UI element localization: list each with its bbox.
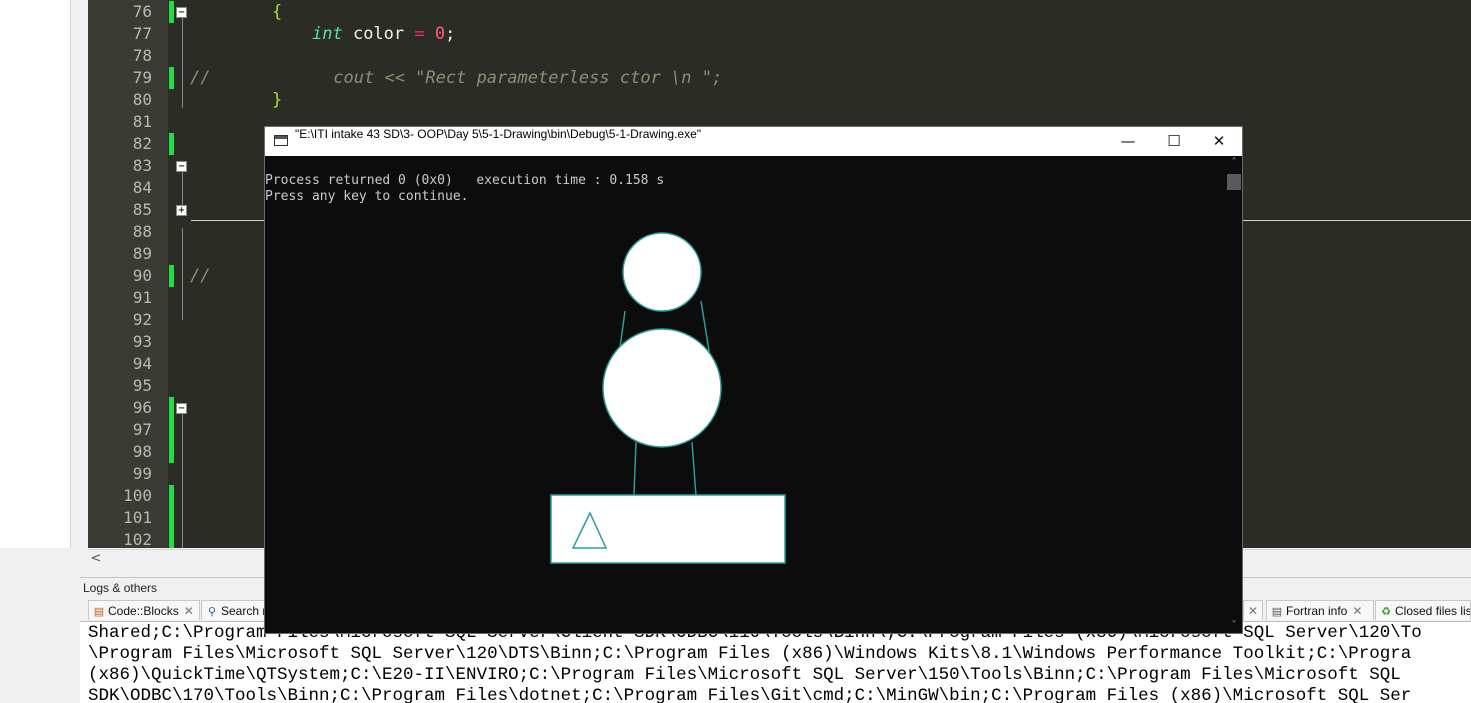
line-number: 76 bbox=[132, 2, 152, 21]
fold-line bbox=[182, 228, 183, 320]
close-icon[interactable]: ✕ bbox=[1248, 604, 1258, 618]
scroll-left-arrow-icon[interactable]: < bbox=[88, 550, 104, 568]
line-number: 97 bbox=[132, 420, 152, 439]
tab-partial[interactable]: ✕ bbox=[1243, 600, 1263, 620]
line-number: 100 bbox=[123, 486, 152, 505]
line-number: 84 bbox=[132, 178, 152, 197]
line-number: 85 bbox=[132, 200, 152, 219]
line-number: 102 bbox=[123, 530, 152, 548]
change-marker bbox=[169, 265, 174, 287]
code-line: // bbox=[190, 265, 210, 287]
console-app-icon bbox=[274, 135, 288, 146]
tab-label: Fortran info bbox=[1286, 604, 1348, 618]
line-number: 89 bbox=[132, 244, 152, 263]
line-number: 78 bbox=[132, 46, 152, 65]
close-icon[interactable]: ✕ bbox=[184, 604, 194, 618]
tab-search-results[interactable]: ⚲ Search r bbox=[201, 600, 271, 620]
head-circle bbox=[622, 232, 702, 312]
line-number: 91 bbox=[132, 288, 152, 307]
fold-collapse-icon[interactable]: − bbox=[176, 161, 187, 172]
fold-line bbox=[182, 414, 183, 548]
line-number: 90 bbox=[132, 266, 152, 285]
line-number: 92 bbox=[132, 310, 152, 329]
scroll-up-arrow-icon[interactable]: ˄ bbox=[1226, 156, 1242, 170]
tab-label: Search r bbox=[221, 604, 267, 618]
code-line: // cout << "Rect parameterless ctor \n "… bbox=[190, 67, 722, 89]
line-number: 88 bbox=[132, 222, 152, 241]
code-token: ; bbox=[445, 24, 456, 44]
scroll-down-arrow-icon[interactable]: ˅ bbox=[1226, 619, 1242, 633]
search-icon: ⚲ bbox=[207, 606, 217, 618]
line-number: 93 bbox=[132, 332, 152, 351]
scroll-thumb[interactable] bbox=[1227, 174, 1241, 190]
log-line: (x86)\QuickTime\QTSystem;C:\E20-II\ENVIR… bbox=[88, 665, 1401, 685]
change-marker bbox=[169, 397, 174, 463]
close-button[interactable]: ✕ bbox=[1196, 127, 1242, 156]
code-token: = bbox=[414, 24, 425, 44]
change-marker bbox=[169, 1, 174, 23]
code-token: color bbox=[342, 24, 415, 44]
tab-fortran-info[interactable]: ▤ Fortran info ✕ bbox=[1266, 600, 1374, 620]
fold-expand-icon[interactable]: + bbox=[176, 205, 187, 216]
change-marker bbox=[169, 485, 174, 548]
line-number: 82 bbox=[132, 134, 152, 153]
fold-line bbox=[182, 18, 183, 108]
close-icon[interactable]: ✕ bbox=[1352, 604, 1362, 618]
log-line: SDK\ODBC\170\Tools\Binn;C:\Program Files… bbox=[88, 686, 1412, 703]
code-token: int bbox=[312, 24, 343, 44]
fold-collapse-icon[interactable]: − bbox=[176, 403, 187, 414]
log-line: \Program Files\Microsoft SQL Server\120\… bbox=[88, 644, 1412, 664]
right-lower-connector bbox=[691, 441, 697, 497]
maximize-button[interactable]: ☐ bbox=[1151, 127, 1197, 156]
line-number: 99 bbox=[132, 464, 152, 483]
left-panel bbox=[0, 0, 70, 548]
document-icon: ▤ bbox=[1271, 606, 1283, 618]
code-line: } bbox=[272, 89, 282, 111]
left-lower-connector bbox=[633, 441, 637, 495]
recycle-icon: ♻ bbox=[1381, 606, 1391, 618]
document-icon: ▤ bbox=[93, 606, 105, 618]
line-number: 96 bbox=[132, 398, 152, 417]
line-number: 77 bbox=[132, 24, 152, 43]
code-token: { bbox=[272, 2, 283, 22]
line-number: 94 bbox=[132, 354, 152, 373]
code-token: // cout << "Rect parameterless ctor \n "… bbox=[190, 68, 723, 88]
line-number: 81 bbox=[132, 112, 152, 131]
line-number: 101 bbox=[123, 508, 152, 527]
line-number: 79 bbox=[132, 68, 152, 87]
tab-label: Closed files lis bbox=[1395, 604, 1471, 618]
drawing-canvas bbox=[550, 232, 786, 564]
tab-closed-files[interactable]: ♻ Closed files lis bbox=[1375, 600, 1471, 620]
line-number: 98 bbox=[132, 442, 152, 461]
console-vertical-scrollbar[interactable]: ˄ ˅ bbox=[1226, 156, 1242, 633]
code-line: int color = 0; bbox=[312, 23, 455, 45]
code-token: // bbox=[190, 266, 211, 286]
line-number: 80 bbox=[132, 90, 152, 109]
console-title: "E:\ITI intake 43 SD\3- OOP\Day 5\5-1-Dr… bbox=[295, 127, 702, 141]
code-token: } bbox=[272, 90, 283, 110]
splitter[interactable] bbox=[70, 0, 89, 548]
change-marker bbox=[169, 133, 174, 155]
tab-codeblocks[interactable]: ▤ Code::Blocks ✕ bbox=[88, 600, 200, 620]
console-title-bar[interactable]: "E:\ITI intake 43 SD\3- OOP\Day 5\5-1-Dr… bbox=[265, 127, 1242, 156]
body-circle bbox=[602, 328, 722, 448]
code-line: { bbox=[272, 1, 282, 23]
minimize-button[interactable]: — bbox=[1105, 127, 1151, 156]
code-token: 0 bbox=[434, 24, 446, 44]
line-number: 83 bbox=[132, 156, 152, 175]
console-window[interactable]: "E:\ITI intake 43 SD\3- OOP\Day 5\5-1-Dr… bbox=[264, 126, 1243, 634]
line-number: 95 bbox=[132, 376, 152, 395]
fold-collapse-icon[interactable]: − bbox=[176, 7, 187, 18]
change-marker bbox=[169, 67, 174, 89]
tab-label: Code::Blocks bbox=[108, 604, 179, 618]
